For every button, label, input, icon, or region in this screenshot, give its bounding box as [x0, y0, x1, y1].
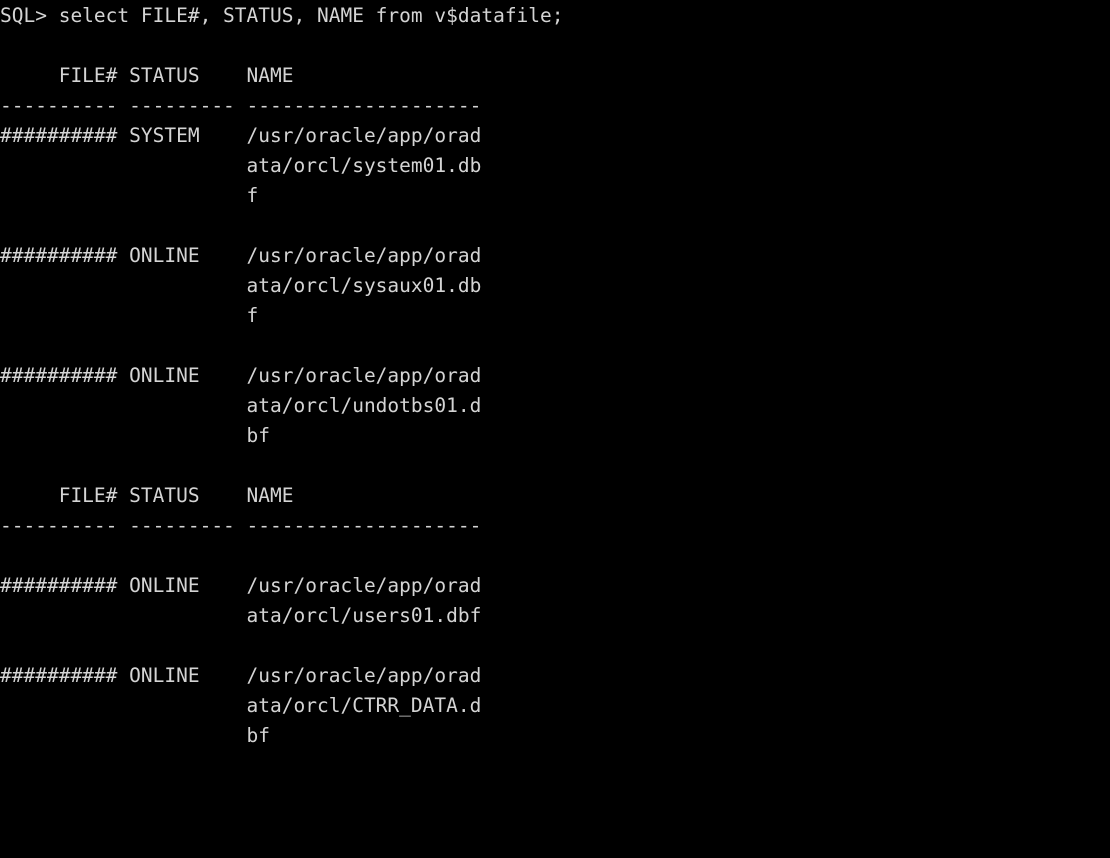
terminal-line: f [0, 304, 259, 327]
terminal-line: ########## ONLINE /usr/oracle/app/orad [0, 244, 482, 267]
terminal-prompt-row[interactable]: SQL> [0, 811, 71, 858]
terminal-line: FILE# STATUS NAME [0, 484, 294, 507]
terminal-line: ########## SYSTEM /usr/oracle/app/orad [0, 124, 482, 147]
terminal-line: ########## ONLINE /usr/oracle/app/orad [0, 574, 482, 597]
terminal-window[interactable]: SQL> select FILE#, STATUS, NAME from v$d… [0, 0, 1110, 858]
terminal-line: ---------- --------- -------------------… [0, 94, 482, 117]
terminal-line: bf [0, 424, 271, 447]
terminal-line: FILE# STATUS NAME [0, 64, 294, 87]
terminal-line: ata/orcl/sysaux01.db [0, 274, 482, 297]
terminal-line: ata/orcl/undotbs01.d [0, 394, 482, 417]
terminal-line: f [0, 184, 259, 207]
terminal-line: ---------- --------- -------------------… [0, 514, 482, 537]
terminal-line: SQL> select FILE#, STATUS, NAME from v$d… [0, 4, 564, 27]
terminal-line: ata/orcl/system01.db [0, 154, 482, 177]
terminal-line: ########## ONLINE /usr/oracle/app/orad [0, 364, 482, 387]
terminal-line: bf [0, 724, 271, 747]
terminal-screen-output: SQL> select FILE#, STATUS, NAME from v$d… [0, 1, 564, 811]
terminal-line: ata/orcl/CTRR_DATA.d [0, 694, 482, 717]
terminal-line: ata/orcl/users01.dbf [0, 604, 482, 627]
terminal-line: ########## ONLINE /usr/oracle/app/orad [0, 664, 482, 687]
